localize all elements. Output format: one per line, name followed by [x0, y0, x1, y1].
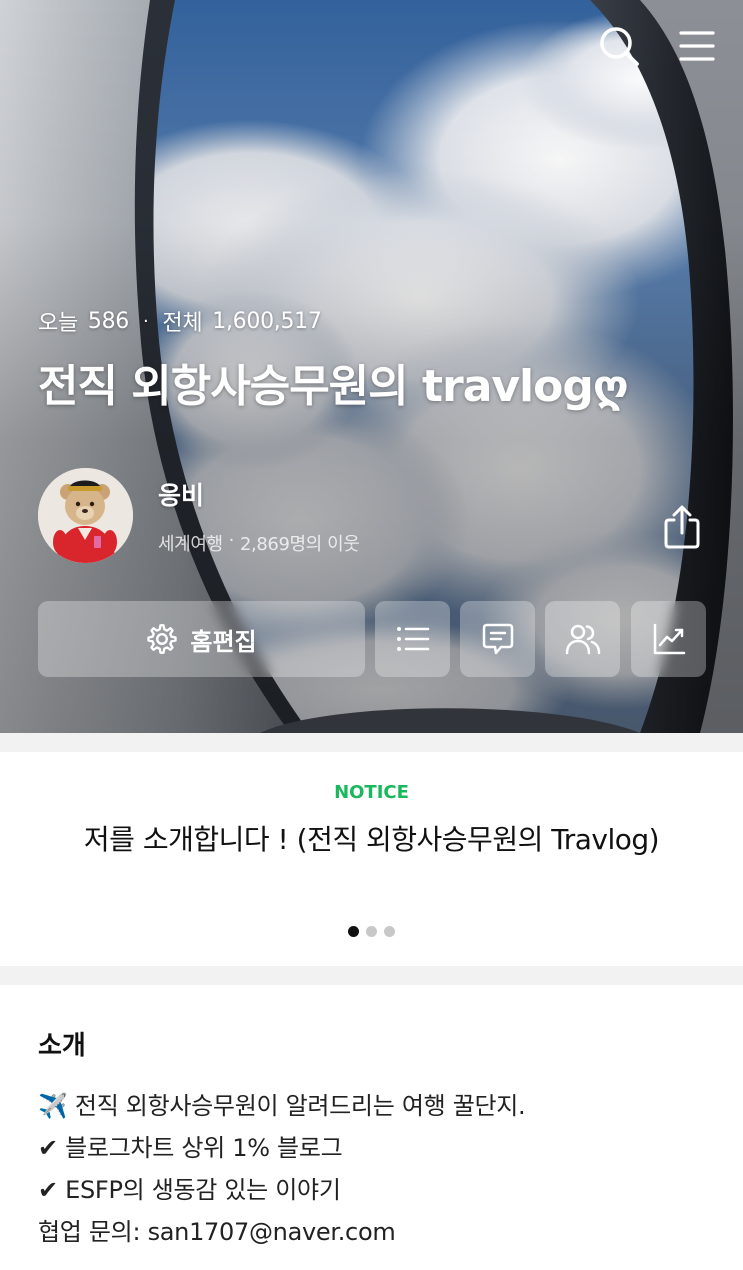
notice-label: NOTICE — [334, 782, 409, 803]
pager-dot-1[interactable] — [348, 926, 359, 937]
neighbor-count[interactable]: 2,869명의 이웃 — [240, 530, 360, 556]
chat-icon — [482, 623, 513, 655]
gear-icon — [147, 624, 178, 654]
today-label: 오늘 — [38, 311, 78, 336]
blog-stats-button[interactable] — [631, 601, 706, 677]
home-edit-button[interactable]: 홈편집 — [38, 601, 365, 677]
pager-dot-2[interactable] — [366, 926, 377, 937]
blog-category: 세계여행 — [158, 534, 223, 555]
hamburger-menu-icon — [679, 31, 715, 61]
blog-meta: 세계여행 · 2,869명의 이웃 — [158, 530, 360, 556]
teddy-bear-avatar-image — [38, 468, 133, 563]
intro-line: ✈️ 전직 외항사승무원이 알려드리는 여행 꿀단지. — [38, 1092, 526, 1120]
share-icon — [664, 505, 700, 549]
avatar[interactable] — [38, 468, 133, 563]
blog-title: 전직 외항사승무원의 travlogღ — [38, 361, 629, 412]
guestbook-button[interactable] — [460, 601, 535, 677]
notice-title[interactable]: 저를 소개합니다 ! (전직 외항사승무원의 Travlog) — [60, 816, 683, 864]
menu-button[interactable] — [673, 22, 721, 70]
notice-pager — [0, 926, 743, 937]
intro-line: ✔ 블로그차트 상위 1% 블로그 — [38, 1134, 343, 1162]
neighbors-icon — [565, 624, 600, 655]
list-icon — [396, 627, 429, 651]
total-label: 전체 — [162, 311, 203, 336]
home-edit-label: 홈편집 — [190, 627, 257, 656]
action-bar: 홈편집 — [0, 601, 743, 677]
intro-heading: 소개 — [38, 1031, 86, 1061]
intro-line: ✔ ESFP의 생동감 있는 이야기 — [38, 1176, 341, 1204]
intro-contact-line[interactable]: 협업 문의: san1707@naver.com — [38, 1211, 525, 1253]
visitor-stats: 오늘 586 · 전체 1,600,517 — [38, 305, 322, 337]
search-icon — [600, 27, 639, 66]
notice-card[interactable]: NOTICE 저를 소개합니다 ! (전직 외항사승무원의 Travlog) — [0, 752, 743, 966]
stats-separator: · — [142, 310, 149, 332]
meta-separator: · — [228, 530, 235, 551]
search-button[interactable] — [595, 22, 643, 70]
intro-text: ✈️ 전직 외항사승무원이 알려드리는 여행 꿀단지. ✔ 블로그차트 상위 1… — [38, 1085, 526, 1253]
intro-section: 소개 ✈️ 전직 외항사승무원이 알려드리는 여행 꿀단지. ✔ 블로그차트 상… — [0, 985, 743, 1270]
share-button[interactable] — [655, 500, 709, 554]
stats-icon — [653, 623, 685, 655]
blog-cover: 오늘 586 · 전체 1,600,517 전직 외항사승무원의 travlog… — [0, 0, 743, 733]
blogger-nickname[interactable]: 응비 — [158, 476, 204, 512]
post-list-button[interactable] — [375, 601, 450, 677]
total-count: 1,600,517 — [212, 308, 322, 334]
today-count: 586 — [87, 308, 129, 334]
pager-dot-3[interactable] — [384, 926, 395, 937]
neighbors-button[interactable] — [545, 601, 620, 677]
